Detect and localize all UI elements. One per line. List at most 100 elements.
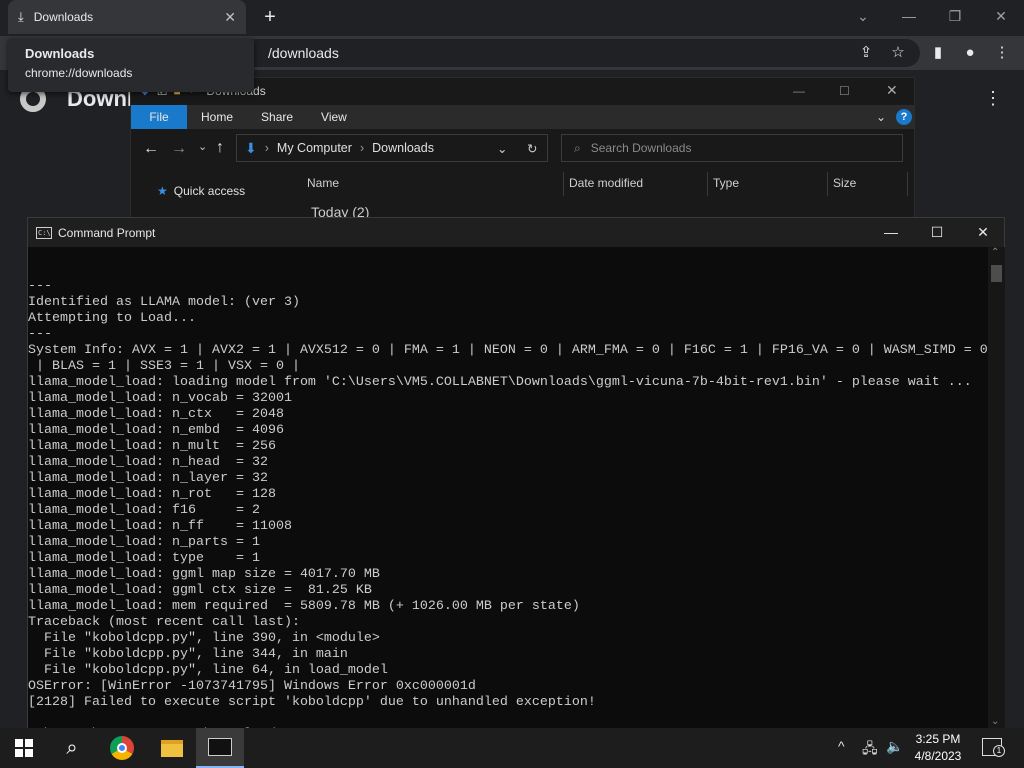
ribbon-expand-icon[interactable]: ⌄ (876, 110, 886, 124)
explorer-search-input[interactable]: ⌕ Search Downloads (561, 134, 903, 162)
side-panel-icon[interactable]: ▮ (928, 43, 948, 63)
console-line: llama_model_load: n_ctx = 2048 (28, 407, 284, 422)
more-options-icon[interactable]: ⋮ (984, 88, 1002, 109)
address-dropdown-icon[interactable]: ⌄ (497, 141, 507, 156)
tab-search-icon[interactable]: ⌄ (840, 4, 886, 28)
downloads-location-icon: ⬇ (245, 139, 257, 156)
cmd-icon (208, 738, 232, 756)
taskbar-command-prompt[interactable] (196, 728, 244, 768)
column-header-size[interactable]: Size (833, 176, 856, 190)
explorer-nav-bar: ← → ⌄ ↑ ⬇ › My Computer › Downloads ⌄ ↻ … (131, 132, 914, 168)
start-button[interactable] (0, 728, 48, 768)
scrollbar-thumb[interactable] (991, 265, 1002, 282)
help-icon[interactable]: ? (896, 109, 912, 125)
breadcrumb-my-computer[interactable]: My Computer (277, 141, 352, 155)
taskbar-file-explorer[interactable] (148, 728, 196, 768)
ribbon-tab-home[interactable]: Home (187, 105, 247, 129)
profile-icon[interactable]: ● (960, 43, 980, 63)
explorer-minimize-icon[interactable]: — (793, 84, 805, 98)
console-line: | BLAS = 1 | SSE3 = 1 | VSX = 0 | (28, 359, 300, 374)
clock[interactable]: 3:25 PM 4/8/2023 (908, 731, 968, 765)
ribbon-tab-view[interactable]: View (307, 105, 361, 129)
close-window-icon[interactable]: ✕ (978, 4, 1024, 28)
notification-center-button[interactable]: 1 (982, 738, 1005, 757)
star-icon: ★ (157, 184, 168, 198)
back-arrow-icon[interactable]: ← (143, 140, 159, 158)
explorer-close-icon[interactable]: ✕ (886, 82, 898, 99)
share-icon[interactable]: ⇪ (856, 43, 876, 63)
download-icon: ⤓ (18, 9, 24, 24)
column-divider[interactable] (827, 172, 828, 196)
minimize-icon[interactable]: — (886, 4, 932, 28)
cmd-maximize-icon[interactable]: ☐ (914, 218, 960, 247)
forward-arrow-icon[interactable]: → (171, 140, 187, 158)
tab-title: Downloads (33, 10, 94, 24)
folder-icon (161, 739, 183, 757)
search-icon: ⌕ (574, 140, 581, 155)
console-line: Attempting to Load... (28, 311, 196, 326)
explorer-address-bar[interactable]: ⬇ › My Computer › Downloads ⌄ ↻ (236, 134, 548, 162)
chrome-tab-bar: ⤓ Downloads ✕ + ⌄ — ❐ ✕ (0, 0, 1024, 36)
column-header-type[interactable]: Type (713, 176, 739, 190)
ribbon-tab-file[interactable]: File (131, 105, 187, 129)
column-header-name[interactable]: Name (307, 176, 339, 190)
up-arrow-icon[interactable]: ↑ (216, 139, 224, 157)
explorer-maximize-icon[interactable]: ☐ (839, 84, 850, 98)
column-divider[interactable] (907, 172, 908, 196)
console-line: --- (28, 327, 52, 342)
search-button[interactable]: ⌕ (48, 728, 96, 768)
scroll-down-icon[interactable]: ⌄ (991, 716, 999, 727)
search-icon: ⌕ (66, 736, 78, 759)
console-line: llama_model_load: n_parts = 1 (28, 535, 260, 550)
cmd-title-bar: C:\ Command Prompt — ☐ ✕ (28, 218, 1004, 247)
tab-downloads[interactable]: ⤓ Downloads ✕ (8, 0, 246, 34)
console-line: Identified as LLAMA model: (ver 3) (28, 295, 300, 310)
show-hidden-icons-icon[interactable]: ^ (838, 738, 845, 754)
breadcrumb-chevron-icon: › (264, 141, 269, 155)
bookmark-star-icon[interactable]: ☆ (888, 43, 908, 63)
refresh-icon[interactable]: ↻ (527, 141, 537, 156)
explorer-ribbon: File Home Share View ⌄ ? (131, 105, 914, 129)
windows-logo-icon (15, 739, 33, 757)
cmd-scrollbar[interactable]: ⌃ ⌄ (988, 247, 1005, 729)
nav-item-quick-access[interactable]: ★ Quick access (157, 184, 245, 198)
taskbar: ⌕ ^ 🖧 🔈 3:25 PM 4/8/2023 1 (0, 728, 1024, 768)
recent-locations-icon[interactable]: ⌄ (198, 140, 207, 153)
command-prompt-window: C:\ Command Prompt — ☐ ✕ --- Identified a… (27, 217, 1005, 729)
new-tab-button[interactable]: + (259, 5, 281, 29)
chrome-menu-icon[interactable]: ⋮ (992, 43, 1012, 63)
console-line: System Info: AVX = 1 | AVX2 = 1 | AVX512… (28, 343, 988, 358)
console-line: llama_model_load: n_embd = 4096 (28, 423, 284, 438)
column-header-date[interactable]: Date modified (569, 176, 643, 190)
scroll-up-icon[interactable]: ⌃ (991, 247, 999, 258)
cmd-icon: C:\ (36, 226, 52, 239)
column-divider[interactable] (707, 172, 708, 196)
console-line: llama_model_load: loading model from 'C:… (28, 375, 972, 390)
tab-tooltip: Downloads chrome://downloads (8, 38, 254, 92)
console-line: File "koboldcpp.py", line 64, in load_mo… (28, 663, 388, 678)
search-placeholder: Search Downloads (590, 141, 692, 155)
network-icon[interactable]: 🖧 (862, 738, 878, 762)
console-line: --- (28, 279, 52, 294)
clock-date: 4/8/2023 (914, 749, 962, 763)
console-line: llama_model_load: f16 = 2 (28, 503, 260, 518)
breadcrumb-downloads[interactable]: Downloads (372, 141, 434, 155)
column-divider[interactable] (563, 172, 564, 196)
console-line: llama_model_load: ggml ctx size = 81.25 … (28, 583, 372, 598)
breadcrumb-chevron-icon: › (359, 141, 365, 155)
address-bar[interactable]: /downloads (180, 39, 920, 67)
console-line: OSError: [WinError -1073741795] Windows … (28, 679, 476, 694)
cmd-close-icon[interactable]: ✕ (960, 218, 1006, 247)
volume-icon[interactable]: 🔈 (886, 738, 903, 755)
console-output[interactable]: --- Identified as LLAMA model: (ver 3) Att… (28, 263, 988, 729)
console-line: File "koboldcpp.py", line 344, in main (28, 647, 348, 662)
taskbar-chrome[interactable] (98, 728, 146, 768)
ribbon-tab-share[interactable]: Share (247, 105, 307, 129)
cmd-title: Command Prompt (58, 225, 156, 240)
console-line: llama_model_load: n_vocab = 32001 (28, 391, 292, 406)
cmd-minimize-icon[interactable]: — (868, 218, 914, 247)
chrome-icon (110, 736, 134, 760)
close-tab-icon[interactable]: ✕ (224, 9, 236, 26)
restore-icon[interactable]: ❐ (932, 4, 978, 28)
